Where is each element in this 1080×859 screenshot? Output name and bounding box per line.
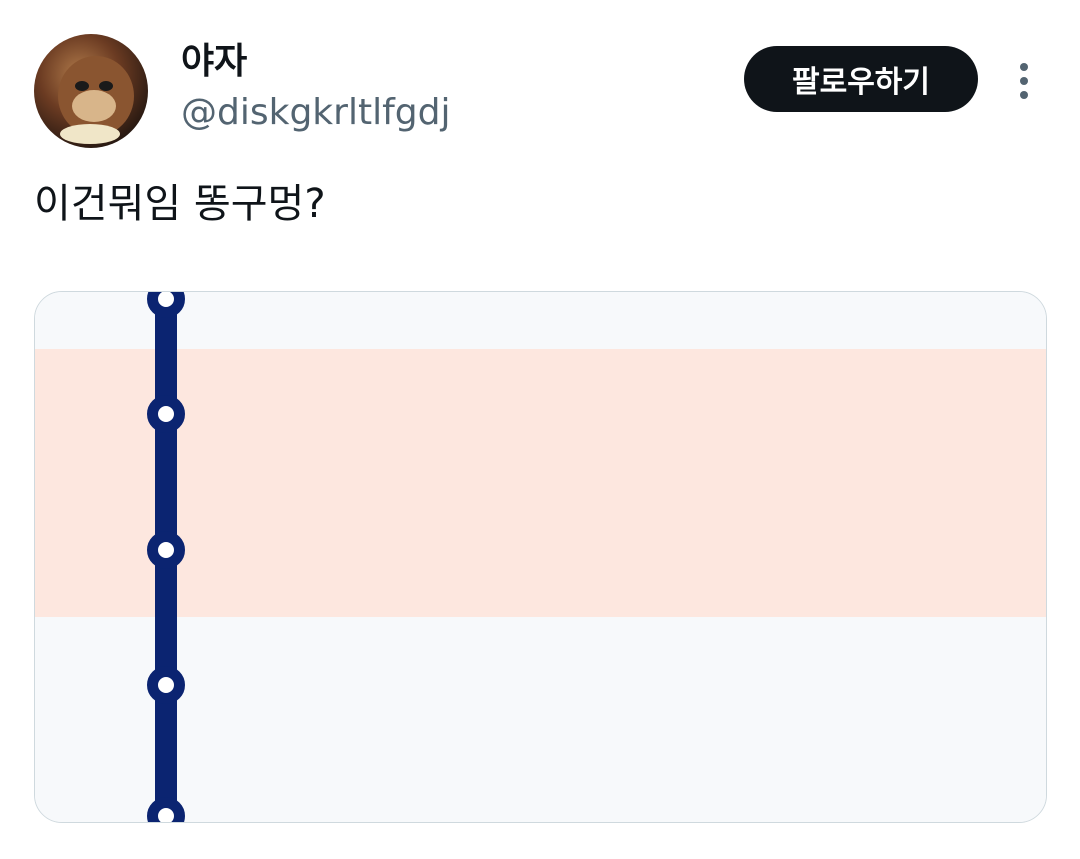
avatar[interactable] (34, 34, 148, 148)
tweet-media-image[interactable] (34, 291, 1047, 823)
highlighted-row-background (35, 349, 1046, 617)
station-marker (147, 666, 185, 704)
row-background (35, 292, 1046, 349)
follow-button[interactable]: 팔로우하기 (744, 46, 978, 112)
tweet-header: 야자 @diskgkrltlfgdj 팔로우하기 (0, 0, 1080, 160)
station-marker (147, 531, 185, 569)
display-name[interactable]: 야자 (181, 38, 247, 86)
tweet-text: 이건뭐임 똥구멍? (34, 181, 326, 227)
user-handle[interactable]: @diskgkrltlfgdj (181, 90, 450, 136)
row-background (35, 617, 1046, 822)
avatar-image (58, 56, 134, 144)
station-marker (147, 395, 185, 433)
more-vertical-icon[interactable] (1010, 58, 1038, 104)
